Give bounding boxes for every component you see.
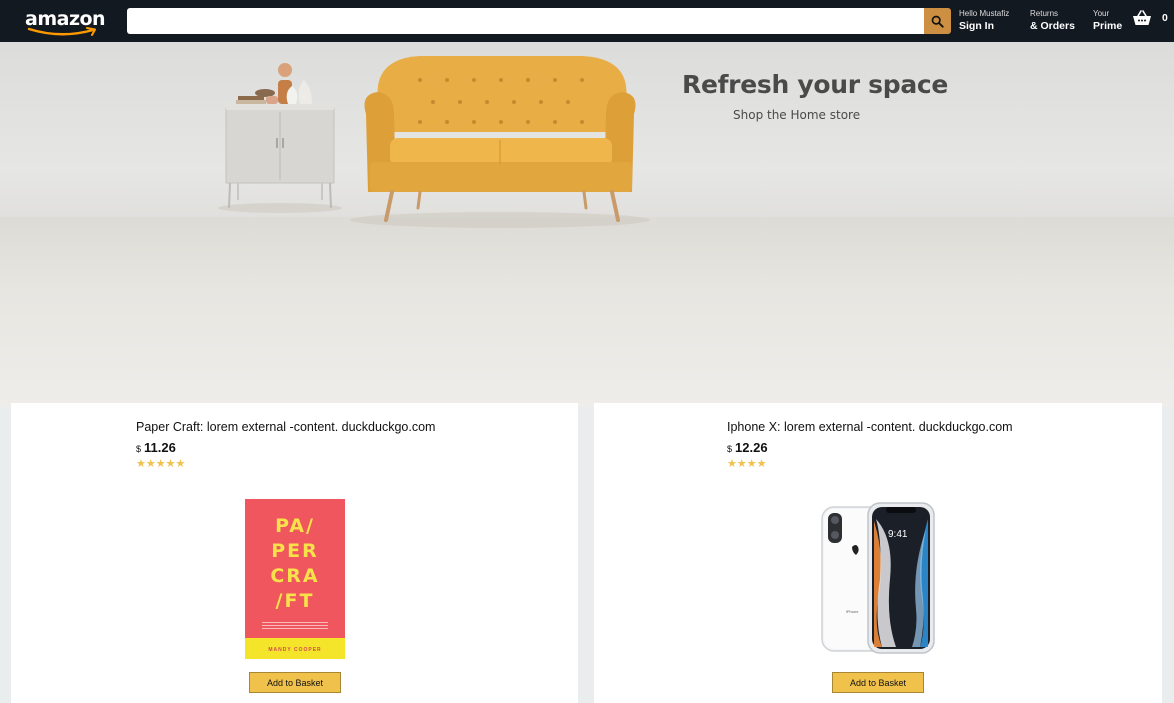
- basket-link[interactable]: 0: [1132, 10, 1168, 26]
- product-price: $11.26: [136, 441, 435, 456]
- add-to-basket-button[interactable]: Add to Basket: [249, 672, 341, 693]
- search-input[interactable]: [127, 8, 924, 34]
- search-button[interactable]: [924, 8, 951, 34]
- currency-symbol: $: [727, 444, 733, 454]
- nav-your-label: Your: [1093, 9, 1110, 18]
- svg-text:iPhone: iPhone: [846, 609, 859, 614]
- product-title[interactable]: Paper Craft: lorem external -content. du…: [136, 420, 435, 434]
- basket-icon: [1133, 10, 1151, 25]
- product-image-book-cover[interactable]: PA/ PER CRA /FT MANDY COOPER: [245, 499, 345, 659]
- nav-sign-in[interactable]: Hello Mustafiz Sign In: [959, 9, 1009, 33]
- nav-prime[interactable]: Your Prime: [1093, 9, 1122, 33]
- hero-banner[interactable]: Refresh your space Shop the Home store: [0, 42, 1174, 407]
- currency-symbol: $: [136, 444, 142, 454]
- nav-sign-in-label: Sign In: [959, 20, 994, 32]
- book-cover-blurb: [262, 622, 328, 630]
- product-card: Paper Craft: lorem external -content. du…: [11, 403, 578, 703]
- add-to-basket-button[interactable]: Add to Basket: [832, 672, 924, 693]
- hero-subtitle[interactable]: Shop the Home store: [733, 108, 860, 122]
- book-cover-title: PA/ PER CRA /FT: [270, 515, 320, 612]
- nav-returns-label: Returns: [1030, 9, 1059, 18]
- cabinet: [225, 104, 335, 209]
- logo-text: amazon: [25, 8, 106, 30]
- price-value: 12.26: [735, 440, 768, 455]
- product-card: Iphone X: lorem external -content. duckd…: [594, 403, 1162, 703]
- nav-greeting: Hello Mustafiz: [959, 9, 1010, 18]
- cabinet-decor: [236, 63, 312, 104]
- nav-returns-orders[interactable]: Returns & Orders: [1030, 9, 1075, 33]
- product-title[interactable]: Iphone X: lorem external -content. duckd…: [727, 420, 1013, 434]
- nav-orders-label: & Orders: [1030, 20, 1075, 32]
- star-icon: ★★★★: [727, 458, 767, 470]
- phone-screen-time: 9:41: [888, 529, 908, 540]
- nav-prime-label: Prime: [1093, 20, 1123, 32]
- amazon-smile-icon: [27, 27, 96, 36]
- amazon-logo[interactable]: amazon: [25, 8, 106, 37]
- product-info: Paper Craft: lorem external -content. du…: [136, 420, 435, 470]
- product-price: $12.26: [727, 441, 1013, 456]
- star-icon: ★★★★★: [136, 458, 186, 470]
- product-info: Iphone X: lorem external -content. duckd…: [727, 420, 1013, 470]
- product-image-phone[interactable]: iPhone 9:41: [816, 499, 940, 659]
- basket-count: 0: [1162, 12, 1168, 24]
- search-icon: [931, 15, 944, 28]
- price-value: 11.26: [144, 440, 176, 455]
- header: amazon Hello Mustafiz Sign In Returns & …: [0, 0, 1174, 42]
- hero-illustration: [218, 56, 650, 228]
- book-cover-author: MANDY COOPER: [268, 647, 322, 653]
- hero-title: Refresh your space: [682, 70, 949, 99]
- sofa: [364, 56, 636, 222]
